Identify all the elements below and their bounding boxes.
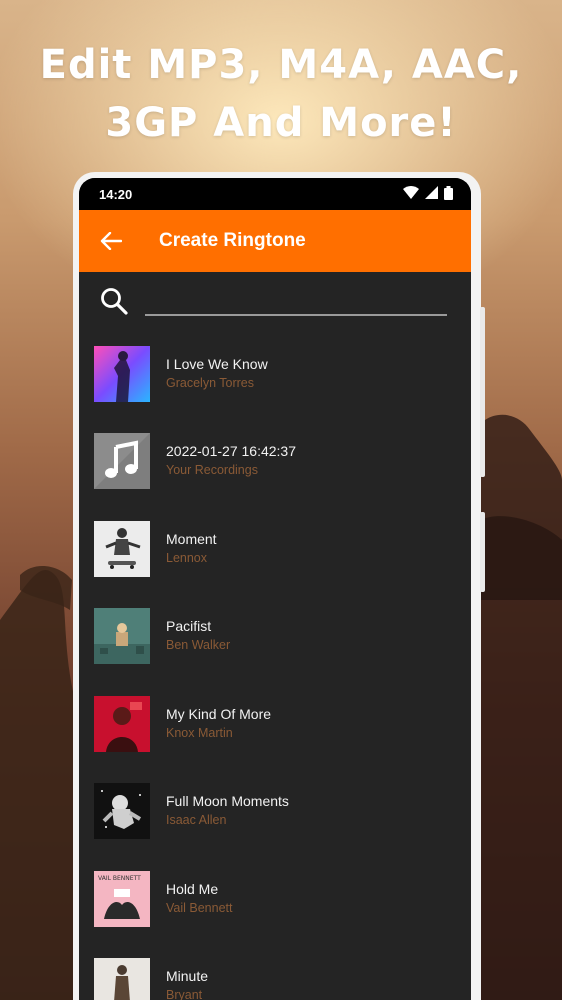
list-item[interactable]: 2022-01-27 16:42:37 Your Recordings (79, 418, 471, 506)
promo-line-2: 3GP And More! (105, 100, 457, 146)
promo-headline: Edit MP3, M4A, AAC, 3GP And More! (0, 36, 562, 152)
app-bar: Create Ringtone (79, 210, 471, 272)
status-time: 14:20 (99, 186, 133, 202)
song-title: My Kind Of More (166, 705, 272, 722)
music-note-icon (94, 433, 150, 490)
album-art-pink-hands: VAIL BENNETT (94, 870, 150, 927)
song-title: Minute (166, 968, 209, 985)
album-art-teal (94, 608, 150, 665)
phone-frame: 14:20 Create Ringtone I Love We Know Gra… (73, 172, 485, 1000)
song-artist: Lennox (166, 550, 208, 565)
list-item[interactable]: Minute Bryant (79, 943, 471, 1000)
signal-icon (425, 186, 438, 202)
song-title: 2022-01-27 16:42:37 (166, 443, 296, 460)
song-artist: Knox Martin (166, 725, 233, 740)
song-title: Pacifist (166, 618, 212, 635)
list-item[interactable]: My Kind Of More Knox Martin (79, 680, 471, 768)
song-artist: Bryant (166, 988, 203, 1000)
list-item[interactable]: VAIL BENNETT Hold Me Vail Bennett (79, 855, 471, 943)
song-list: I Love We Know Gracelyn Torres 2022-01-2… (79, 330, 471, 1000)
wifi-icon (403, 186, 419, 202)
song-title: Moment (166, 530, 217, 547)
phone-side-button (480, 307, 485, 477)
list-item[interactable]: I Love We Know Gracelyn Torres (79, 330, 471, 418)
album-art-red-portrait (94, 695, 150, 752)
status-bar: 14:20 (79, 178, 471, 210)
song-artist: Gracelyn Torres (166, 375, 254, 390)
song-artist: Ben Walker (166, 638, 231, 653)
promo-line-1: Edit MP3, M4A, AAC, (39, 42, 523, 88)
song-artist: Vail Bennett (166, 900, 233, 915)
arrow-back-icon[interactable] (99, 229, 123, 253)
song-title: Full Moon Moments (166, 793, 289, 810)
song-artist: Isaac Allen (166, 813, 227, 828)
list-item[interactable]: Pacifist Ben Walker (79, 593, 471, 681)
list-item[interactable]: Full Moon Moments Isaac Allen (79, 768, 471, 856)
album-art-astronaut (94, 783, 150, 840)
search-input[interactable] (145, 286, 447, 316)
song-title: Hold Me (166, 880, 219, 897)
list-item[interactable]: Moment Lennox (79, 505, 471, 593)
search-icon[interactable] (97, 284, 131, 318)
album-art-concert (94, 345, 150, 402)
song-title: I Love We Know (166, 355, 268, 372)
album-art-text: VAIL BENNETT (98, 875, 141, 882)
app-screen: 14:20 Create Ringtone I Love We Know Gra… (79, 178, 471, 1000)
phone-side-button (480, 512, 485, 592)
status-icons (403, 185, 453, 203)
album-art-figure (94, 958, 150, 1000)
search-bar (79, 272, 471, 330)
page-title: Create Ringtone (159, 230, 306, 251)
album-art-skater (94, 520, 150, 577)
song-artist: Your Recordings (166, 463, 258, 478)
battery-icon (444, 185, 453, 203)
